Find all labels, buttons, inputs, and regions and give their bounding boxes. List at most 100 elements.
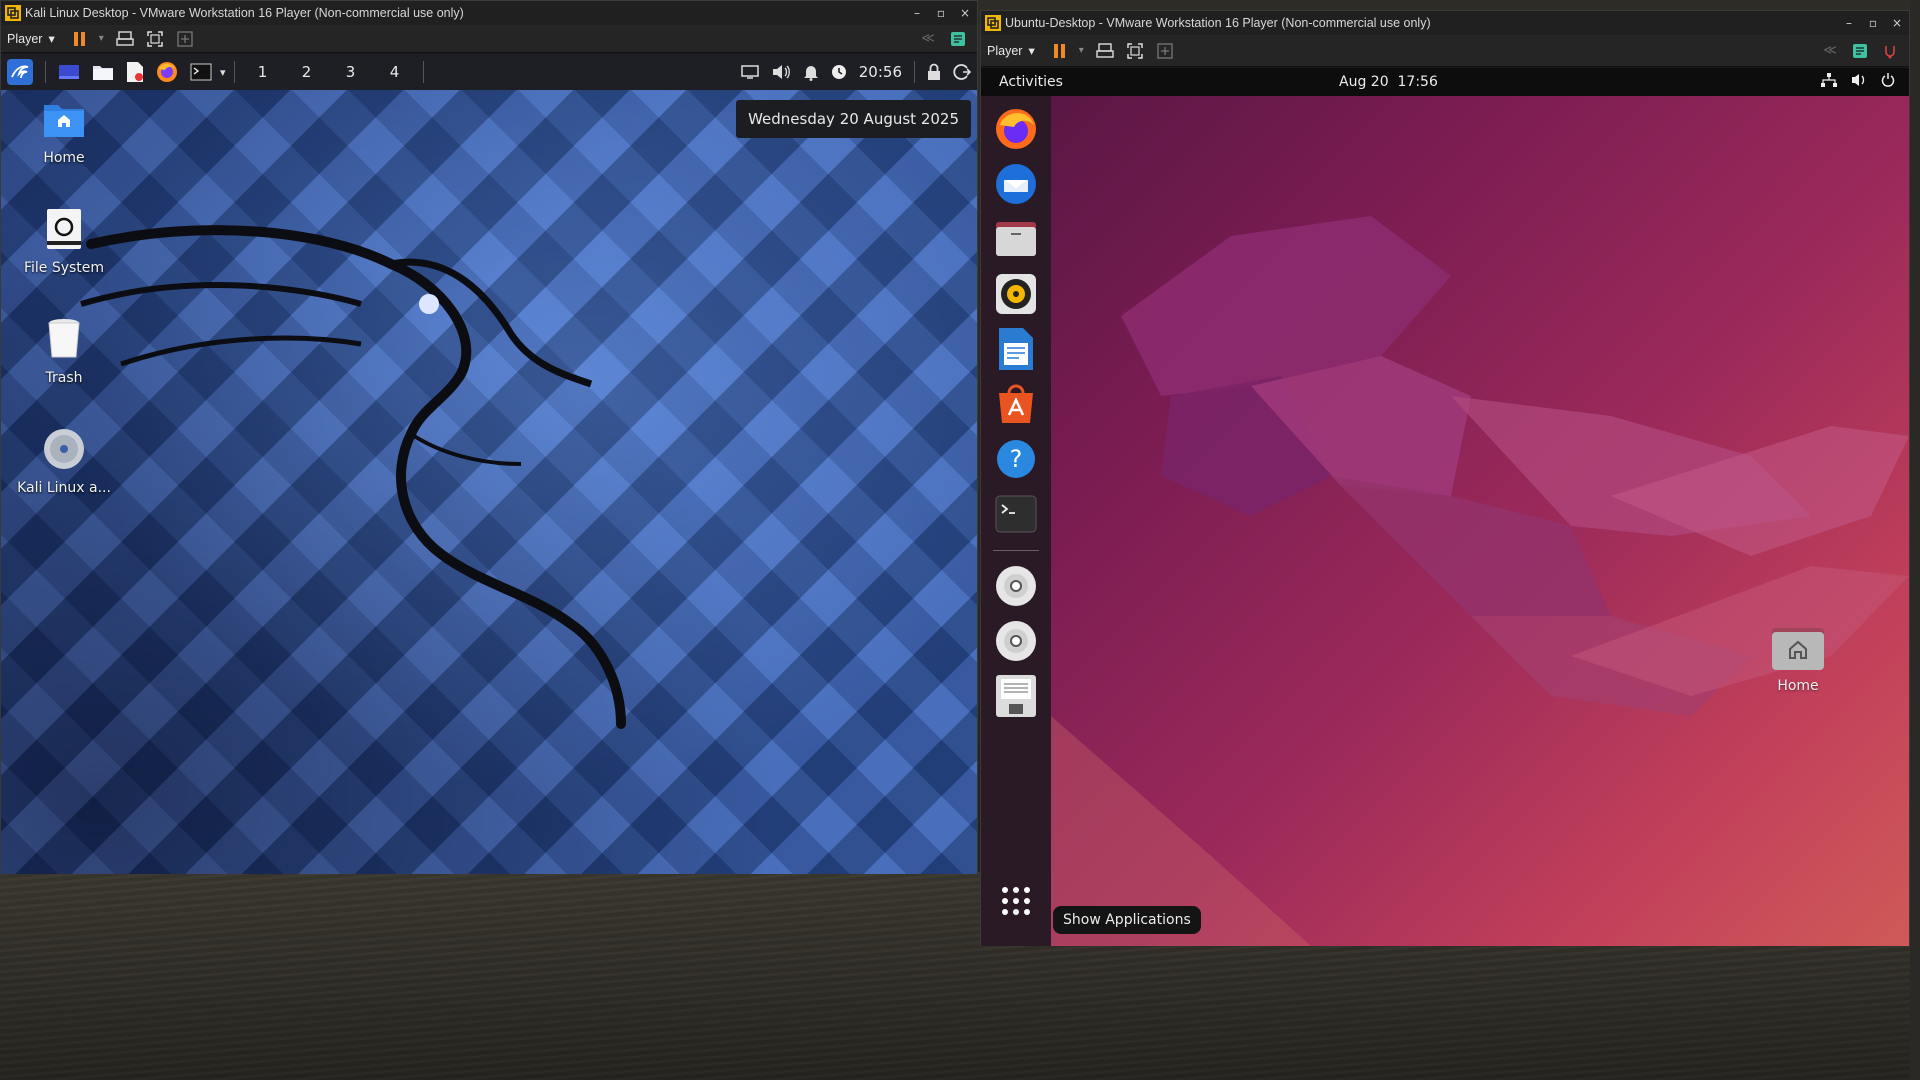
dock-disc-1[interactable] [991,561,1041,611]
activities-button[interactable]: Activities [999,74,1339,90]
chevron-down-icon[interactable]: ▾ [1079,45,1084,56]
workspace-1-button[interactable]: 1 [241,54,285,90]
workspace-4-button[interactable]: 4 [373,54,417,90]
maximize-button[interactable]: ▫ [929,6,953,20]
files-icon [996,222,1036,256]
vmware-logo-icon [5,5,21,21]
desktop-icon-trash[interactable]: Trash [9,314,119,386]
app-grid-icon [1002,887,1030,915]
dock-show-applications[interactable] [991,876,1041,926]
dock-floppy[interactable] [991,671,1041,721]
dock-firefox[interactable] [991,104,1041,154]
message-icon[interactable] [1849,40,1871,62]
clock-icon [825,54,853,90]
fullscreen-icon[interactable] [144,28,166,50]
disc-icon [996,621,1036,661]
dock-app-center[interactable] [991,379,1041,429]
jellyfish-artwork [1051,216,1909,946]
minimize-button[interactable]: – [1837,16,1861,30]
firefox-icon [996,109,1036,149]
workspace-2-button[interactable]: 2 [285,54,329,90]
home-folder-icon [1770,624,1826,672]
file-manager-icon[interactable] [86,54,120,90]
ubuntu-guest-screen[interactable]: Activities Aug 20 17:56 Home ? Show Appl… [981,68,1909,946]
help-icon: ? [997,440,1035,478]
text-editor-icon[interactable] [120,54,150,90]
desktop-icon-label: Home [43,150,85,166]
player-menu-label: Player [7,31,43,46]
pause-icon[interactable] [1049,40,1071,62]
close-button[interactable]: × [1885,16,1909,30]
dock-thunderbird[interactable] [991,159,1041,209]
disc-icon [996,566,1036,606]
network-icon[interactable] [1821,73,1837,91]
kali-vm-window[interactable]: Kali Linux Desktop - VMware Workstation … [0,0,978,874]
volume-icon[interactable] [1851,73,1867,91]
app-store-icon [999,384,1033,423]
send-ctrl-alt-del-icon[interactable] [1094,40,1116,62]
ubuntu-dock: ? [981,96,1051,946]
firefox-icon[interactable] [150,54,184,90]
unity-mode-icon[interactable] [1154,40,1176,62]
desktop-icon-home[interactable]: Home [9,94,119,166]
kali-window-titlebar[interactable]: Kali Linux Desktop - VMware Workstation … [1,1,977,25]
dock-terminal[interactable] [991,489,1041,539]
chevron-down-icon[interactable]: ▾ [218,54,228,90]
kali-guest-screen[interactable]: ▾ 1 2 3 4 20:56 Wednesday 20 August 2025… [1,54,977,874]
player-menu-label: Player [987,43,1023,58]
ubuntu-window-title: Ubuntu-Desktop - VMware Workstation 16 P… [1005,16,1431,30]
desktop-icon-kali-disc[interactable]: Kali Linux a... [9,424,119,496]
fullscreen-icon[interactable] [1124,40,1146,62]
minimize-button[interactable]: – [905,6,929,20]
send-ctrl-alt-del-icon[interactable] [114,28,136,50]
datetime-button[interactable]: Aug 20 17:56 [1339,74,1438,90]
drive-icon [39,204,89,254]
collapse-toolbar-icon[interactable]: ≪ [1819,40,1841,62]
logout-icon[interactable] [947,54,977,90]
kali-menu-icon[interactable] [1,54,39,90]
chevron-down-icon: ▾ [1028,44,1035,58]
show-desktop-icon[interactable] [52,54,86,90]
show-applications-tooltip: Show Applications [1053,906,1201,934]
lock-screen-icon[interactable] [921,54,947,90]
ubuntu-window-titlebar[interactable]: Ubuntu-Desktop - VMware Workstation 16 P… [981,11,1909,35]
desktop-icon-label: Home [1777,678,1819,694]
workspace-3-button[interactable]: 3 [329,54,373,90]
ubuntu-vm-toolbar: Player ▾ ▾ ≪ [981,35,1909,67]
chevron-down-icon[interactable]: ▾ [99,33,104,44]
display-icon[interactable] [735,54,765,90]
player-menu-button[interactable]: Player ▾ [987,43,1035,59]
pause-icon[interactable] [69,28,91,50]
vm-settings-icon[interactable] [1879,40,1901,62]
player-menu-button[interactable]: Player ▾ [7,31,55,47]
collapse-toolbar-icon[interactable]: ≪ [917,28,939,50]
kali-top-panel: ▾ 1 2 3 4 20:56 [1,54,977,90]
ubuntu-vm-window[interactable]: Ubuntu-Desktop - VMware Workstation 16 P… [980,10,1910,946]
chevron-down-icon: ▾ [48,32,55,46]
svg-text:?: ? [1010,445,1023,473]
kali-window-title: Kali Linux Desktop - VMware Workstation … [25,6,464,20]
maximize-button[interactable]: ▫ [1861,16,1885,30]
date-tooltip: Wednesday 20 August 2025 [736,100,971,138]
message-icon[interactable] [947,28,969,50]
unity-mode-icon[interactable] [174,28,196,50]
terminal-icon[interactable] [184,54,218,90]
kali-dragon-logo [80,225,626,729]
dock-rhythmbox[interactable] [991,269,1041,319]
optical-disc-icon [39,424,89,474]
ubuntu-desktop-home[interactable]: Home [1753,624,1843,694]
thunderbird-icon [996,164,1036,204]
power-icon[interactable] [1881,73,1895,91]
dock-libreoffice-writer[interactable] [991,324,1041,374]
writer-icon [999,328,1033,370]
desktop-icon-file-system[interactable]: File System [9,204,119,276]
dock-help[interactable]: ? [991,434,1041,484]
volume-icon[interactable] [765,54,797,90]
panel-clock[interactable]: 20:56 [853,54,908,90]
close-button[interactable]: × [953,6,977,20]
desktop-icon-label: Trash [45,370,83,386]
trash-icon [39,314,89,364]
notification-bell-icon[interactable] [797,54,825,90]
dock-disc-2[interactable] [991,616,1041,666]
dock-files[interactable] [991,214,1041,264]
